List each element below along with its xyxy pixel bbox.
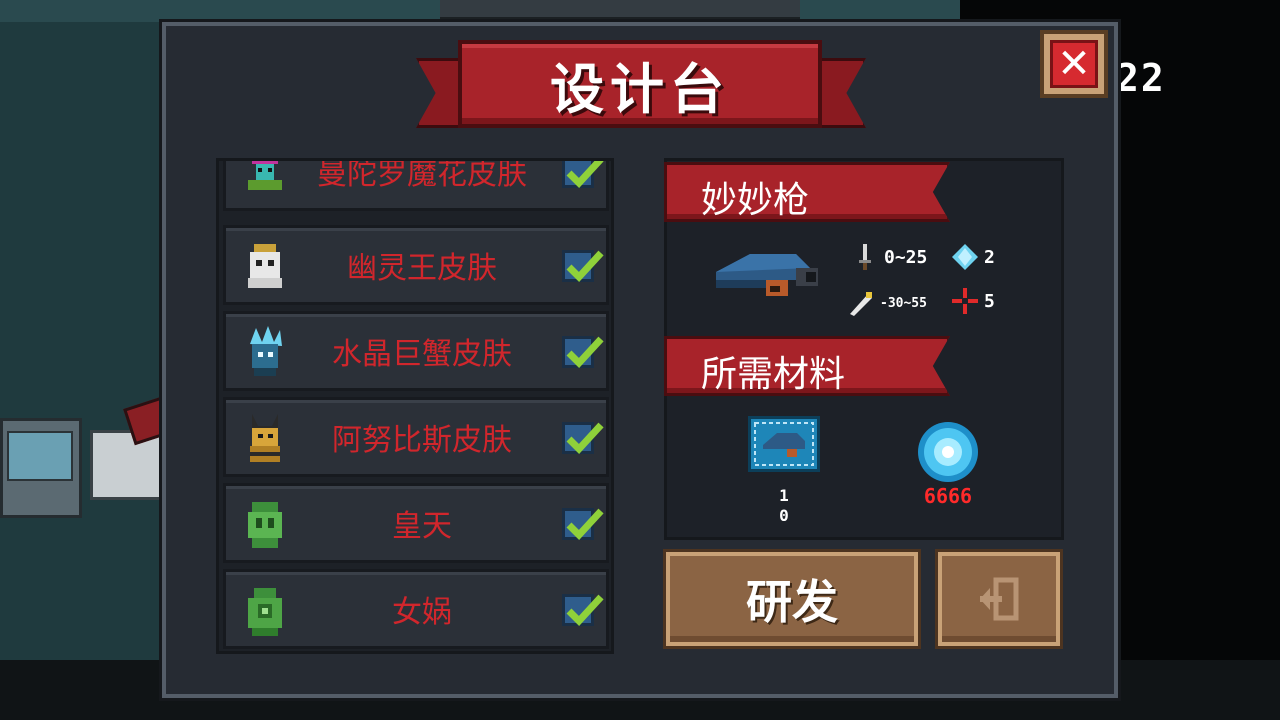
skin-name: 水晶巨蟹皮肤 xyxy=(332,337,512,372)
checkmark-icon xyxy=(566,594,604,627)
scene-wall-block xyxy=(440,0,800,20)
title-ribbon: 设计台 xyxy=(458,40,822,128)
scene-machine-screen xyxy=(7,431,73,481)
page-title: 设计台 xyxy=(550,57,730,121)
feather-icon xyxy=(850,292,872,316)
gem-currency-icon xyxy=(918,422,978,482)
skin-checkbox[interactable] xyxy=(562,250,604,283)
skin-name: 幽灵王皮肤 xyxy=(347,251,497,286)
huangtian-skin-icon xyxy=(248,502,282,548)
skin-checkbox[interactable] xyxy=(562,508,604,541)
weapon-icon xyxy=(716,254,818,296)
skin-name: 皇天 xyxy=(392,509,452,544)
skin-name: 曼陀罗魔花皮肤 xyxy=(317,158,527,192)
energy-crystal-icon xyxy=(952,244,978,270)
list-item[interactable]: 曼陀罗魔花皮肤 xyxy=(223,158,609,211)
spread-value: -30~55 xyxy=(880,295,927,311)
weapon-name-banner: 妙妙枪 xyxy=(664,162,950,222)
hud-timer: 22 xyxy=(1116,56,1166,100)
anubis-skin-icon xyxy=(250,414,280,462)
exit-button[interactable] xyxy=(938,552,1060,646)
list-item[interactable]: 阿努比斯皮肤 xyxy=(223,397,609,477)
checkmark-icon xyxy=(566,422,604,455)
checkmark-icon xyxy=(566,508,604,541)
sword-icon xyxy=(859,244,871,270)
weapon-name: 妙妙枪 xyxy=(701,180,810,221)
list-item[interactable]: 皇天 xyxy=(223,483,609,563)
skin-list[interactable]: 曼陀罗魔花皮肤 幽灵王皮肤 水晶巨蟹皮肤 阿努比斯皮肤 皇天 女娲 xyxy=(216,158,614,654)
blueprint-gun-icon xyxy=(754,422,814,466)
damage-value: 0~25 xyxy=(884,246,928,268)
list-item[interactable]: 水晶巨蟹皮肤 xyxy=(223,311,609,391)
skin-checkbox[interactable] xyxy=(562,594,604,627)
ghost-king-skin-icon xyxy=(248,244,282,288)
checkmark-icon xyxy=(566,161,604,189)
gem-cost: 6666 xyxy=(923,484,973,508)
blueprint-material-icon xyxy=(748,416,820,472)
skin-checkbox[interactable] xyxy=(562,422,604,455)
crystal-crab-skin-icon xyxy=(250,326,282,376)
list-item[interactable]: 幽灵王皮肤 xyxy=(223,225,609,305)
skin-name: 阿努比斯皮肤 xyxy=(332,423,512,458)
materials-header: 所需材料 xyxy=(701,354,846,395)
energy-value: 2 xyxy=(984,246,995,268)
skin-name: 女娲 xyxy=(392,595,452,630)
scene-machine xyxy=(0,418,82,518)
spread-stat: -30~55 xyxy=(848,290,927,316)
crosshair-icon xyxy=(952,288,978,314)
skin-checkbox[interactable] xyxy=(562,161,604,189)
skin-checkbox[interactable] xyxy=(562,336,604,369)
close-icon: ✕ xyxy=(1050,40,1098,88)
list-item[interactable]: 女娲 xyxy=(223,569,609,649)
materials-banner: 所需材料 xyxy=(664,336,950,396)
crit-stat: 5 xyxy=(952,288,995,314)
exit-door-icon xyxy=(980,577,1019,621)
energy-stat: 2 xyxy=(952,244,995,270)
checkmark-icon xyxy=(566,250,604,283)
damage-stat: 0~25 xyxy=(852,244,927,270)
flower-skin-icon xyxy=(248,161,282,190)
nuwa-skin-icon xyxy=(248,588,282,636)
blueprint-count: 1 0 xyxy=(779,486,789,525)
crit-value: 5 xyxy=(984,290,995,312)
close-button[interactable]: ✕ xyxy=(1040,30,1108,98)
checkmark-icon xyxy=(566,336,604,369)
research-label: 研发 xyxy=(746,575,838,629)
research-button[interactable]: 研发 xyxy=(666,552,918,646)
